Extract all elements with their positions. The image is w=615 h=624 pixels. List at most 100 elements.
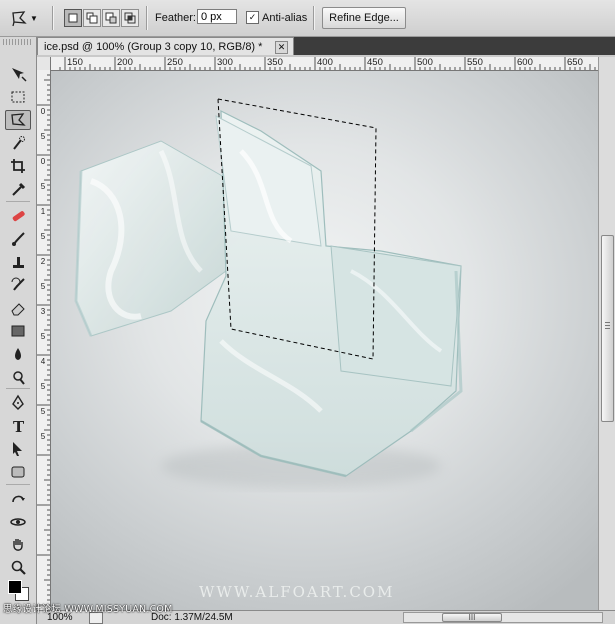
tool-button[interactable]: [5, 462, 31, 482]
path-selection-icon: [13, 442, 22, 456]
polygonal-lasso-icon: [12, 11, 27, 27]
tool-preset-picker[interactable]: ▼: [10, 6, 40, 30]
ruler-label: 5: [40, 432, 46, 441]
tool-button[interactable]: [5, 512, 31, 532]
tool-button[interactable]: [5, 367, 31, 387]
horizontal-scrollbar[interactable]: III: [403, 612, 603, 623]
toolbar-divider: [6, 201, 30, 202]
chevron-down-icon: ▼: [30, 13, 38, 23]
3d-rotate-icon: [12, 495, 25, 503]
tool-button[interactable]: T: [5, 416, 31, 436]
svg-text:T: T: [13, 418, 25, 435]
tool-button[interactable]: [5, 206, 31, 226]
tool-button[interactable]: [5, 535, 31, 555]
feather-label: Feather:: [155, 12, 196, 24]
document-canvas[interactable]: WWW.ALFOART.COM: [51, 71, 598, 610]
antialias-label: Anti-alias: [262, 12, 308, 24]
close-icon[interactable]: ✕: [275, 41, 288, 54]
tool-button[interactable]: [5, 156, 31, 176]
intersect-selection-button[interactable]: [121, 9, 139, 27]
ruler-label: 3: [40, 307, 46, 316]
history-brush-icon: [11, 277, 25, 291]
tool-button[interactable]: [5, 439, 31, 459]
tool-button[interactable]: [5, 558, 31, 578]
type-icon: T: [13, 418, 25, 435]
options-bar: ▼ Feather: ✓ Anti-alias Refine Edge...: [0, 0, 615, 37]
ruler-label: 4: [40, 357, 46, 366]
panel-grip[interactable]: [3, 39, 33, 45]
refine-edge-button[interactable]: Refine Edge...: [322, 7, 406, 29]
tool-button[interactable]: [5, 344, 31, 364]
ruler-label: 5: [40, 182, 46, 191]
vertical-scrollbar[interactable]: [598, 57, 615, 610]
ruler-label: 0: [40, 157, 46, 166]
ruler-label: 5: [40, 407, 46, 416]
intersect-selection-icon: [124, 12, 136, 24]
add-to-selection-button[interactable]: [83, 9, 101, 27]
ice-cube-artwork: [74, 98, 463, 488]
gradient-icon: [11, 325, 25, 337]
site-watermark: 思缘设计论坛 WWW.MISSYUAN.COM: [3, 604, 173, 615]
tool-button[interactable]: [5, 179, 31, 199]
tool-button[interactable]: [5, 275, 31, 295]
tool-button[interactable]: [5, 252, 31, 272]
antialias-checkbox[interactable]: ✓: [246, 11, 259, 24]
tool-button[interactable]: [5, 133, 31, 153]
artwork-watermark: WWW.ALFOART.COM: [199, 583, 395, 601]
vertical-ruler[interactable]: 0 5 0 5 1 5 2 5 3 5 4 5 5 5: [37, 70, 51, 610]
ruler-origin[interactable]: [37, 57, 51, 71]
ruler-label: 2: [40, 257, 46, 266]
crop-icon: [11, 159, 25, 173]
ruler-label: 5: [40, 332, 46, 341]
divider: [313, 6, 315, 30]
document-tab[interactable]: ice.psd @ 100% (Group 3 copy 10, RGB/8) …: [37, 37, 294, 56]
ruler-label: 250: [167, 57, 183, 68]
rectangle-icon: [11, 466, 25, 478]
scroll-grip: [605, 322, 610, 330]
3d-orbit-icon: [10, 518, 26, 526]
polygonal-lasso-icon: [11, 113, 26, 126]
foreground-color-swatch[interactable]: [8, 580, 22, 594]
toolbar-divider: [6, 388, 30, 389]
ruler-label: 300: [217, 57, 233, 68]
tool-button[interactable]: [5, 298, 31, 318]
move-icon: [12, 68, 27, 82]
horizontal-ruler[interactable]: 150 200 250 300 350 400 450 500 550 600 650: [51, 57, 615, 71]
new-selection-button[interactable]: [64, 9, 82, 27]
tool-button[interactable]: [5, 87, 31, 107]
dodge-icon: [13, 371, 25, 385]
tool-button[interactable]: [5, 321, 31, 341]
clone-stamp-icon: [13, 257, 24, 268]
ruler-label: 5: [40, 132, 46, 141]
tool-button[interactable]: [5, 64, 31, 84]
tool-button[interactable]: [5, 110, 31, 130]
ruler-label: 400: [317, 57, 333, 68]
document-title: ice.psd @ 100% (Group 3 copy 10, RGB/8) …: [44, 41, 263, 53]
ruler-label: 450: [367, 57, 383, 68]
tool-button[interactable]: [5, 393, 31, 413]
horizontal-scroll-thumb[interactable]: III: [442, 613, 502, 622]
ruler-label: 1: [40, 207, 46, 216]
subtract-from-selection-button[interactable]: [102, 9, 120, 27]
brush-icon: [12, 232, 25, 246]
feather-input[interactable]: [197, 9, 237, 24]
ruler-label: 350: [267, 57, 283, 68]
ruler-label: 650: [567, 57, 583, 68]
ruler-label: 200: [117, 57, 133, 68]
ruler-label: 500: [417, 57, 433, 68]
tool-button[interactable]: [5, 489, 31, 509]
toolbar-divider: [6, 484, 30, 485]
marquee-icon: [11, 91, 25, 103]
healing-brush-icon: [12, 211, 25, 222]
ruler-label: 0: [40, 107, 46, 116]
ruler-label: 550: [467, 57, 483, 68]
ruler-label: 5: [40, 282, 46, 291]
selection-mode-group: [64, 9, 139, 27]
zoom-icon: [11, 560, 26, 575]
ruler-label: 5: [40, 232, 46, 241]
eyedropper-icon: [12, 182, 26, 196]
divider: [52, 6, 54, 30]
subtract-from-selection-icon: [105, 12, 117, 24]
tool-button[interactable]: [5, 229, 31, 249]
vertical-scroll-thumb[interactable]: [601, 235, 614, 422]
